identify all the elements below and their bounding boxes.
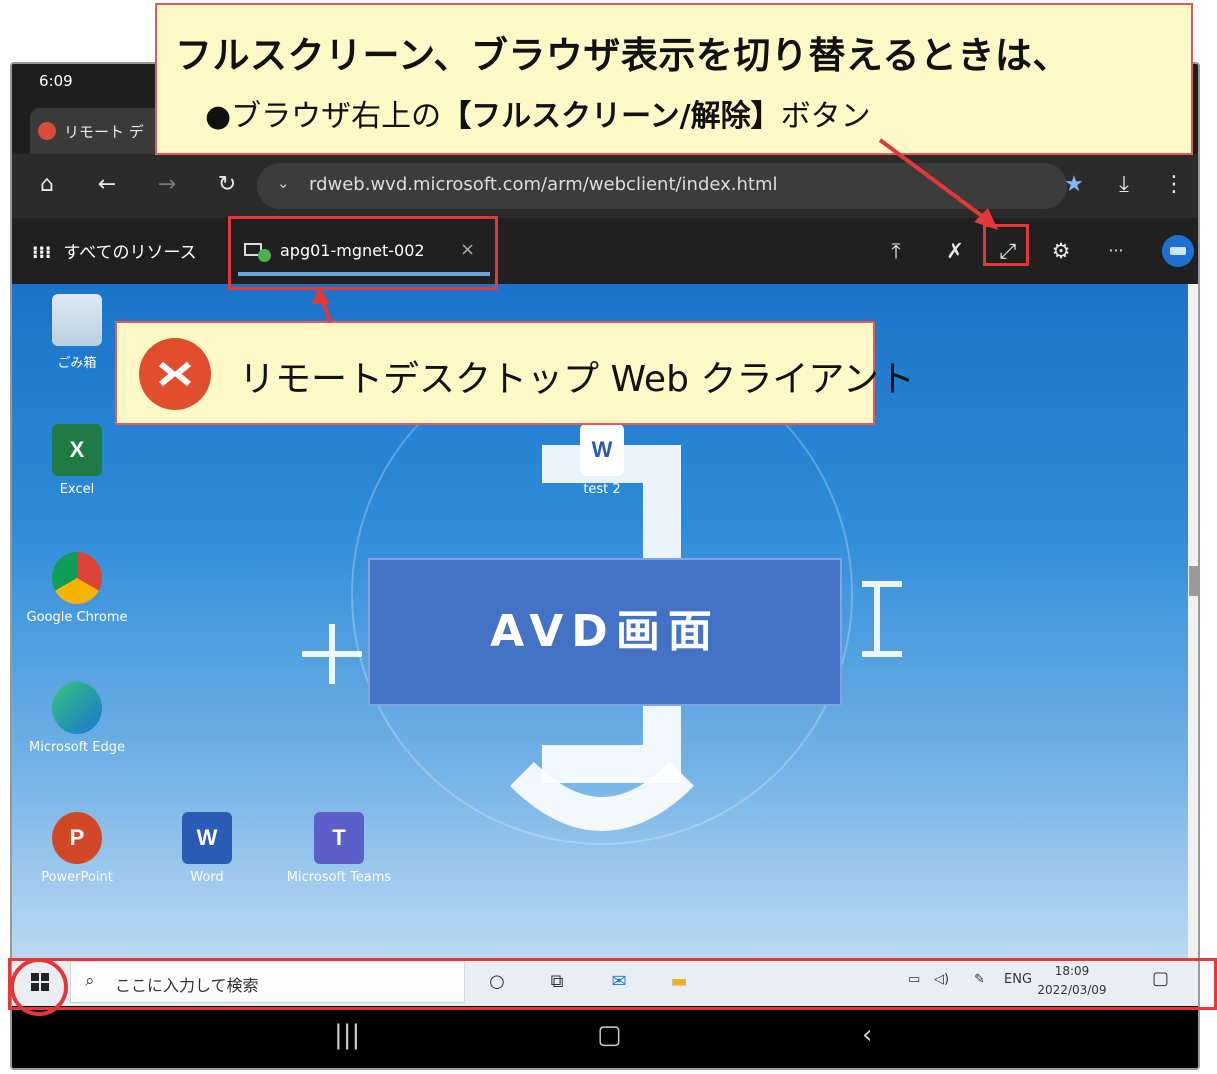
taskbar-highlight [8, 958, 1217, 1010]
back-chevron-icon[interactable]: ‹ [862, 1020, 872, 1050]
desktop-scrollbar[interactable] [1188, 284, 1198, 958]
all-resources-button[interactable]: ⁝⁝⁝ すべてのリソース [32, 238, 197, 263]
url-text: rdweb.wvd.microsoft.com/arm/webclient/in… [309, 174, 778, 195]
app-grid-icon: ⁝⁝⁝ [32, 243, 52, 263]
android-navigation-bar: ||| ▢ ‹ [12, 1006, 1198, 1068]
more-options-icon[interactable]: ··· [1098, 233, 1134, 269]
browser-tab-label: リモート デ [64, 123, 144, 141]
status-time: 6:09 [39, 72, 73, 90]
remote-desktop-logo-icon [139, 338, 211, 410]
fullscreen-sub-suffix: ボタン [780, 99, 871, 134]
edge-icon[interactable]: Microsoft Edge [22, 682, 132, 755]
session-tab-highlight [228, 216, 498, 290]
all-resources-label: すべてのリソース [63, 243, 197, 263]
word-icon[interactable]: W Word [152, 812, 262, 885]
chrome-label: Google Chrome [26, 610, 128, 625]
bookmark-star-icon[interactable]: ★ [1057, 168, 1091, 202]
word-label: Word [190, 870, 224, 885]
recent-apps-icon[interactable]: ||| [334, 1020, 360, 1050]
web-client-label: リモートデスクトップ Web クライアント [239, 359, 915, 400]
test2-label: test 2 [583, 482, 621, 497]
chevron-down-icon[interactable]: ⌄ [277, 174, 290, 192]
account-avatar[interactable] [1162, 235, 1194, 267]
address-bar[interactable]: ⌄ rdweb.wvd.microsoft.com/arm/webclient/… [257, 163, 1067, 209]
chrome-icon[interactable]: Google Chrome [22, 552, 132, 625]
unpin-icon[interactable]: ✗ [937, 233, 973, 269]
scrollbar-thumb[interactable] [1189, 566, 1198, 596]
upload-icon[interactable]: ⤒ [878, 233, 914, 269]
fullscreen-sub-prefix: ●ブラウザ右上の [205, 99, 442, 134]
download-icon[interactable]: ⤓ [1107, 168, 1141, 202]
excel-icon[interactable]: X Excel [22, 424, 132, 497]
powerpoint-icon[interactable]: P PowerPoint [22, 812, 132, 885]
start-button-highlight [10, 958, 68, 1016]
word-document-icon[interactable]: W test 2 [547, 424, 657, 497]
avd-screen-label: AVD画面 [368, 558, 842, 706]
fullscreen-button-highlight [983, 224, 1029, 266]
back-arrow-icon[interactable]: ← [90, 168, 124, 202]
fullscreen-heading: フルスクリーン、ブラウザ表示を切り替えるときは、 [175, 34, 1070, 77]
fullscreen-instruction-callout: フルスクリーン、ブラウザ表示を切り替えるときは、 ●ブラウザ右上の【フルスクリー… [155, 3, 1193, 155]
recycle-bin-label: ごみ箱 [57, 356, 97, 371]
home-button-icon[interactable]: ▢ [597, 1020, 622, 1050]
forward-arrow-icon[interactable]: → [150, 168, 184, 202]
teams-label: Microsoft Teams [286, 870, 392, 885]
excel-label: Excel [59, 482, 95, 497]
remote-desktop-favicon-icon [38, 122, 56, 140]
reload-icon[interactable]: ↻ [210, 168, 244, 202]
home-icon[interactable]: ⌂ [30, 168, 64, 202]
settings-gear-icon[interactable]: ⚙ [1043, 233, 1079, 269]
menu-kebab-icon[interactable]: ⋮ [1157, 168, 1191, 202]
fullscreen-subtext: ●ブラウザ右上の【フルスクリーン/解除】ボタン [205, 91, 871, 135]
powerpoint-label: PowerPoint [41, 870, 113, 885]
browser-toolbar: ⌂ ← → ↻ ⌄ rdweb.wvd.microsoft.com/arm/we… [12, 154, 1198, 218]
fullscreen-sub-bold: 【フルスクリーン/解除】 [441, 99, 781, 134]
edge-label: Microsoft Edge [28, 740, 125, 755]
web-client-callout: リモートデスクトップ Web クライアント [115, 321, 915, 425]
teams-icon[interactable]: T Microsoft Teams [284, 812, 394, 885]
